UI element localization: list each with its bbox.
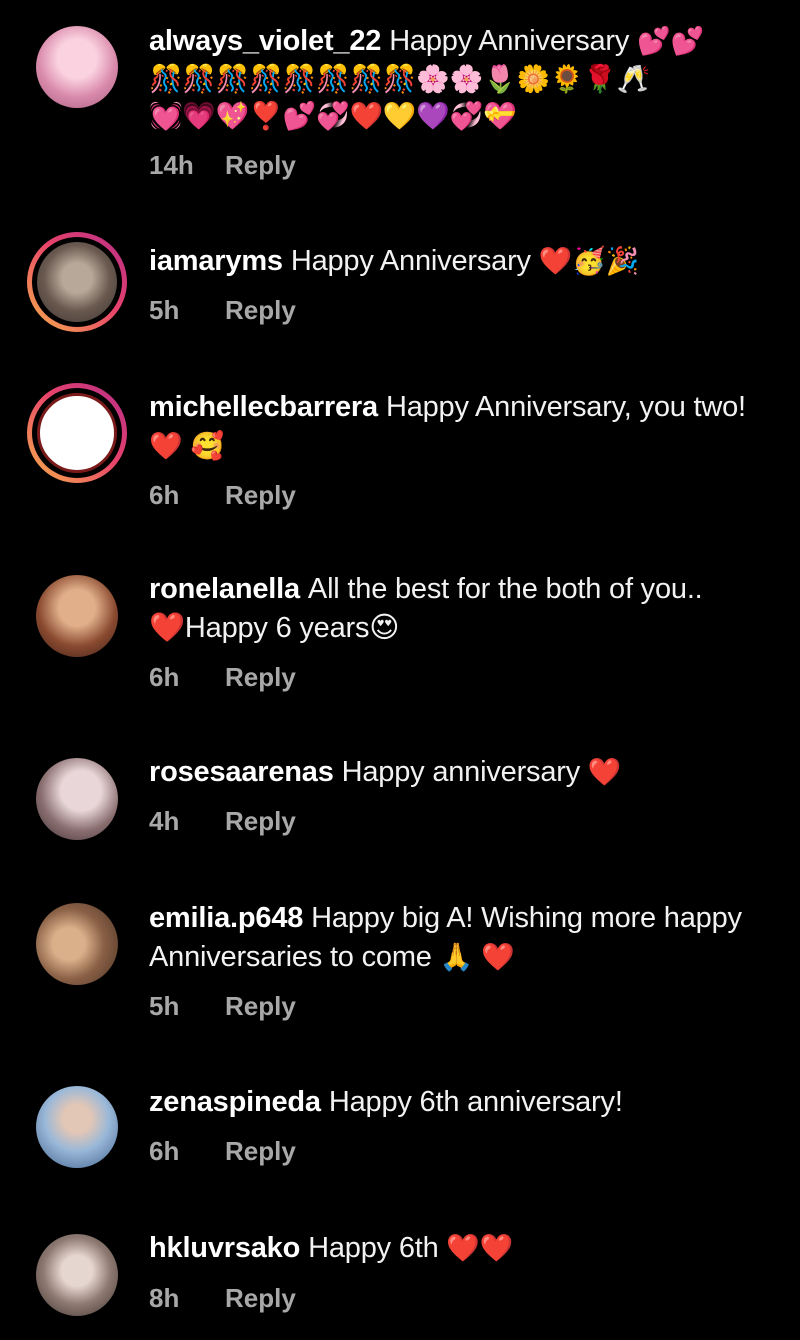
comment-username[interactable]: iamaryms	[149, 245, 283, 277]
comment-emoji-row: 💓💗💖❣️💕💞❤️💛💜💞💝	[149, 101, 517, 132]
comment-meta: 4h Reply	[149, 806, 296, 837]
comment-text: rosesaarenas Happy anniversary ❤️	[149, 753, 769, 792]
reply-button[interactable]: Reply	[225, 991, 296, 1021]
comment-meta: 6h Reply	[149, 662, 296, 693]
avatar[interactable]	[36, 26, 118, 108]
comment-meta: 5h Reply	[149, 991, 296, 1022]
comment-timestamp: 14h	[149, 150, 194, 180]
comment-body: Happy 6th anniversary!	[328, 1086, 623, 1118]
comment-timestamp: 5h	[149, 295, 180, 325]
comment-timestamp: 6h	[149, 1136, 180, 1166]
comment-text: iamaryms Happy Anniversary ❤️🥳🎉	[149, 242, 769, 281]
avatar[interactable]	[36, 903, 118, 985]
avatar[interactable]	[36, 758, 118, 840]
comment-timestamp: 5h	[149, 991, 180, 1021]
comment-emojis: 🙏 ❤️	[439, 942, 515, 973]
comment-body: Happy Anniversary, you two!	[385, 391, 746, 423]
reply-button[interactable]: Reply	[225, 806, 296, 836]
comment-body: Happy 6th	[308, 1232, 439, 1264]
comment-text: always_violet_22 Happy Anniversary 💕💕 🎊🎊🎊…	[149, 22, 769, 135]
comment-text: michellecbarrera Happy Anniversary, you t…	[149, 388, 749, 466]
comment-username[interactable]: always_violet_22	[149, 25, 381, 57]
comment-username[interactable]: hkluvrsako	[149, 1232, 300, 1264]
comment-body-line: ❤️Happy 6 years😍	[149, 612, 400, 644]
comment-timestamp: 4h	[149, 806, 180, 836]
comment-emoji-row: 🎊🎊🎊🎊🎊🎊🎊🎊🌸🌸🌷🌼🌻🌹🥂	[149, 64, 651, 95]
reply-button[interactable]: Reply	[225, 150, 296, 180]
comment-body: All the best for the both of you..	[307, 573, 703, 605]
comment-meta: 6h Reply	[149, 1136, 296, 1167]
avatar[interactable]	[27, 232, 127, 332]
comment-body: Happy Anniversary	[290, 245, 531, 277]
comment-body: Happy Anniversary	[389, 25, 630, 57]
avatar[interactable]	[36, 575, 118, 657]
comment-username[interactable]: ronelanella	[149, 573, 300, 605]
comment-meta: 6h Reply	[149, 480, 296, 511]
comment-text: zenaspineda Happy 6th anniversary!	[149, 1083, 769, 1122]
comment-timestamp: 6h	[149, 480, 180, 510]
comment-emojis: ❤️🥳🎉	[538, 246, 639, 277]
comment-username[interactable]: michellecbarrera	[149, 391, 378, 423]
comment-text: emilia.p648 Happy big A! Wishing more hap…	[149, 899, 749, 977]
avatar[interactable]	[27, 383, 127, 483]
reply-button[interactable]: Reply	[225, 1136, 296, 1166]
comment-meta: 14h Reply	[149, 150, 296, 181]
comment-timestamp: 8h	[149, 1283, 180, 1313]
comment-emojis: 💕💕	[637, 26, 704, 57]
comment-meta: 8h Reply	[149, 1283, 296, 1314]
comment-text: ronelanella All the best for the both of …	[149, 570, 769, 648]
avatar[interactable]	[36, 1234, 118, 1316]
reply-button[interactable]: Reply	[225, 480, 296, 510]
reply-button[interactable]: Reply	[225, 662, 296, 692]
reply-button[interactable]: Reply	[225, 1283, 296, 1313]
comment-body: Happy anniversary	[341, 756, 581, 788]
comment-username[interactable]: emilia.p648	[149, 902, 303, 934]
comment-emojis: ❤️ 🥰	[149, 431, 225, 462]
comment-text: hkluvrsako Happy 6th ❤️❤️	[149, 1229, 769, 1268]
comment-emojis: ❤️❤️	[446, 1233, 514, 1264]
comment-username[interactable]: zenaspineda	[149, 1086, 321, 1118]
logo-monogram	[52, 422, 102, 444]
comment-username[interactable]: rosesaarenas	[149, 756, 334, 788]
reply-button[interactable]: Reply	[225, 295, 296, 325]
comment-timestamp: 6h	[149, 662, 180, 692]
comment-meta: 5h Reply	[149, 295, 296, 326]
avatar[interactable]	[36, 1086, 118, 1168]
comment-emojis: ❤️	[587, 757, 622, 788]
